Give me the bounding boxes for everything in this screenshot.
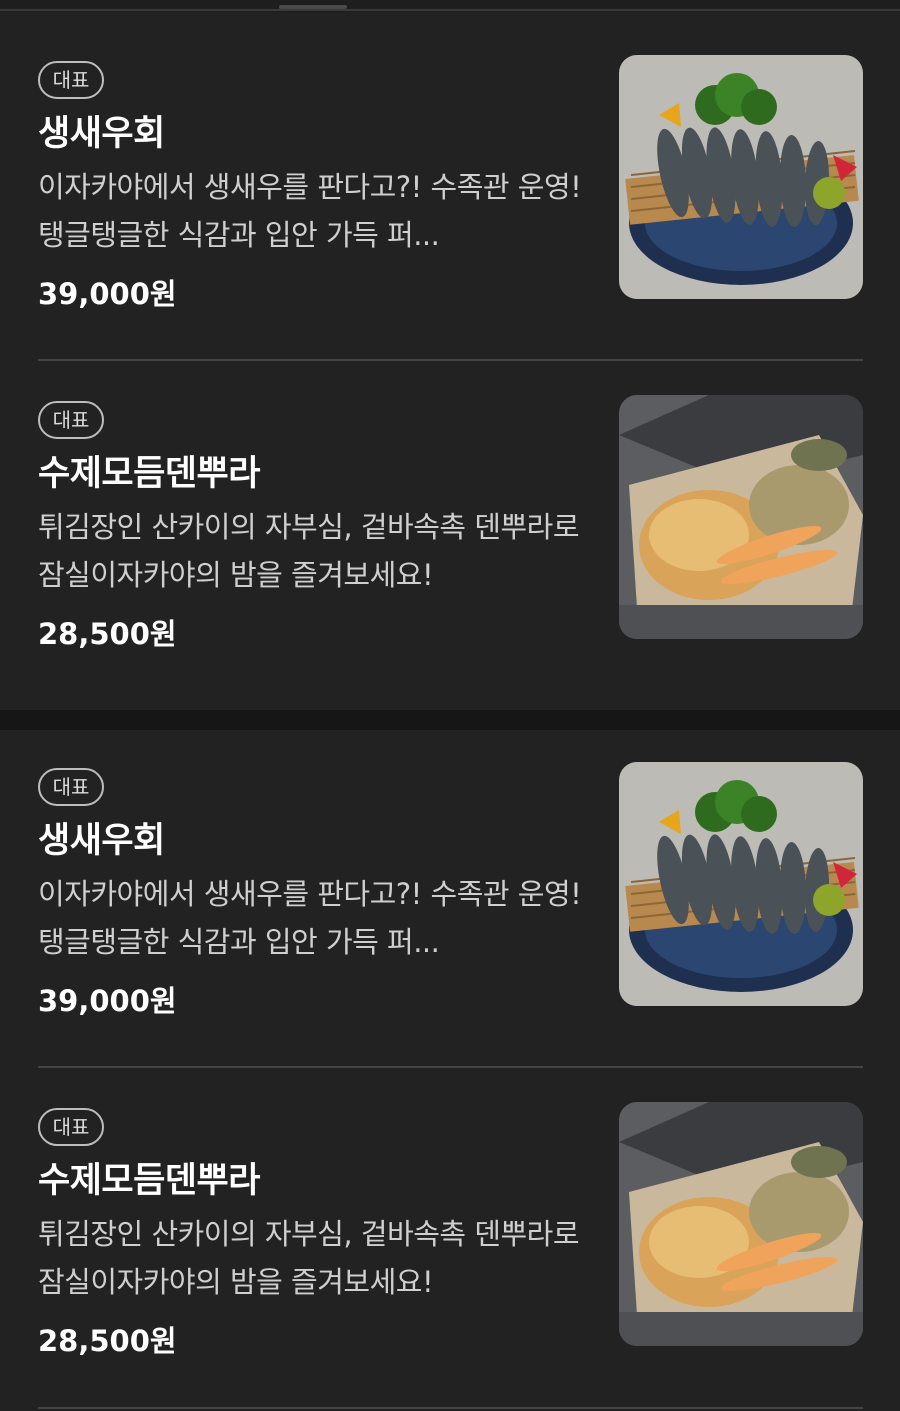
menu-item-price: 28,500원 <box>38 1324 177 1358</box>
shrimp-sashimi-photo[interactable] <box>619 762 863 1006</box>
sheet-top-rule <box>0 9 900 11</box>
menu-item-tempura[interactable]: 대표 수제모듬덴뿌라 튀김장인 산카이의 자부심, 겉바속촉 덴뿌라로 잠실이자… <box>38 395 863 701</box>
drag-handle[interactable] <box>279 5 347 9</box>
shrimp-sashimi-photo[interactable] <box>619 55 863 299</box>
item-divider <box>38 1407 863 1409</box>
menu-item-price: 39,000원 <box>38 984 177 1018</box>
menu-item-description: 튀김장인 산카이의 자부심, 겉바속촉 덴뿌라로 잠실이자카야의 밤을 즐겨보세… <box>38 1217 580 1299</box>
menu-item-name: 생새우회 <box>38 114 165 154</box>
signature-badge: 대표 <box>38 61 104 99</box>
tempura-photo[interactable] <box>619 1102 863 1346</box>
menu-item-description: 이자카야에서 생새우를 판다고?! 수족관 운영! 탱글탱글한 식감과 입안 가… <box>38 877 582 959</box>
menu-item-shrimp-sashimi[interactable]: 대표 생새우회 이자카야에서 생새우를 판다고?! 수족관 운영! 탱글탱글한 … <box>38 762 863 1068</box>
menu-section: 대표 생새우회 이자카야에서 생새우를 판다고?! 수족관 운영! 탱글탱글한 … <box>0 730 900 1411</box>
tempura-photo[interactable] <box>619 395 863 639</box>
item-divider <box>38 359 863 361</box>
signature-badge: 대표 <box>38 1108 104 1146</box>
menu-item-name: 수제모듬덴뿌라 <box>38 454 260 494</box>
menu-section: 대표 생새우회 이자카야에서 생새우를 판다고?! 수족관 운영! 탱글탱글한 … <box>0 12 900 710</box>
menu-item-price: 28,500원 <box>38 617 177 651</box>
signature-badge: 대표 <box>38 401 104 439</box>
menu-item-name: 수제모듬덴뿌라 <box>38 1161 260 1201</box>
menu-item-price: 39,000원 <box>38 277 177 311</box>
item-divider <box>38 1066 863 1068</box>
section-gap <box>0 710 900 730</box>
menu-item-description: 튀김장인 산카이의 자부심, 겉바속촉 덴뿌라로 잠실이자카야의 밤을 즐겨보세… <box>38 510 580 592</box>
signature-badge: 대표 <box>38 768 104 806</box>
menu-item-description: 이자카야에서 생새우를 판다고?! 수족관 운영! 탱글탱글한 식감과 입안 가… <box>38 170 582 252</box>
menu-item-tempura[interactable]: 대표 수제모듬덴뿌라 튀김장인 산카이의 자부심, 겉바속촉 덴뿌라로 잠실이자… <box>38 1102 863 1408</box>
menu-item-shrimp-sashimi[interactable]: 대표 생새우회 이자카야에서 생새우를 판다고?! 수족관 운영! 탱글탱글한 … <box>38 55 863 361</box>
menu-item-name: 생새우회 <box>38 821 165 861</box>
